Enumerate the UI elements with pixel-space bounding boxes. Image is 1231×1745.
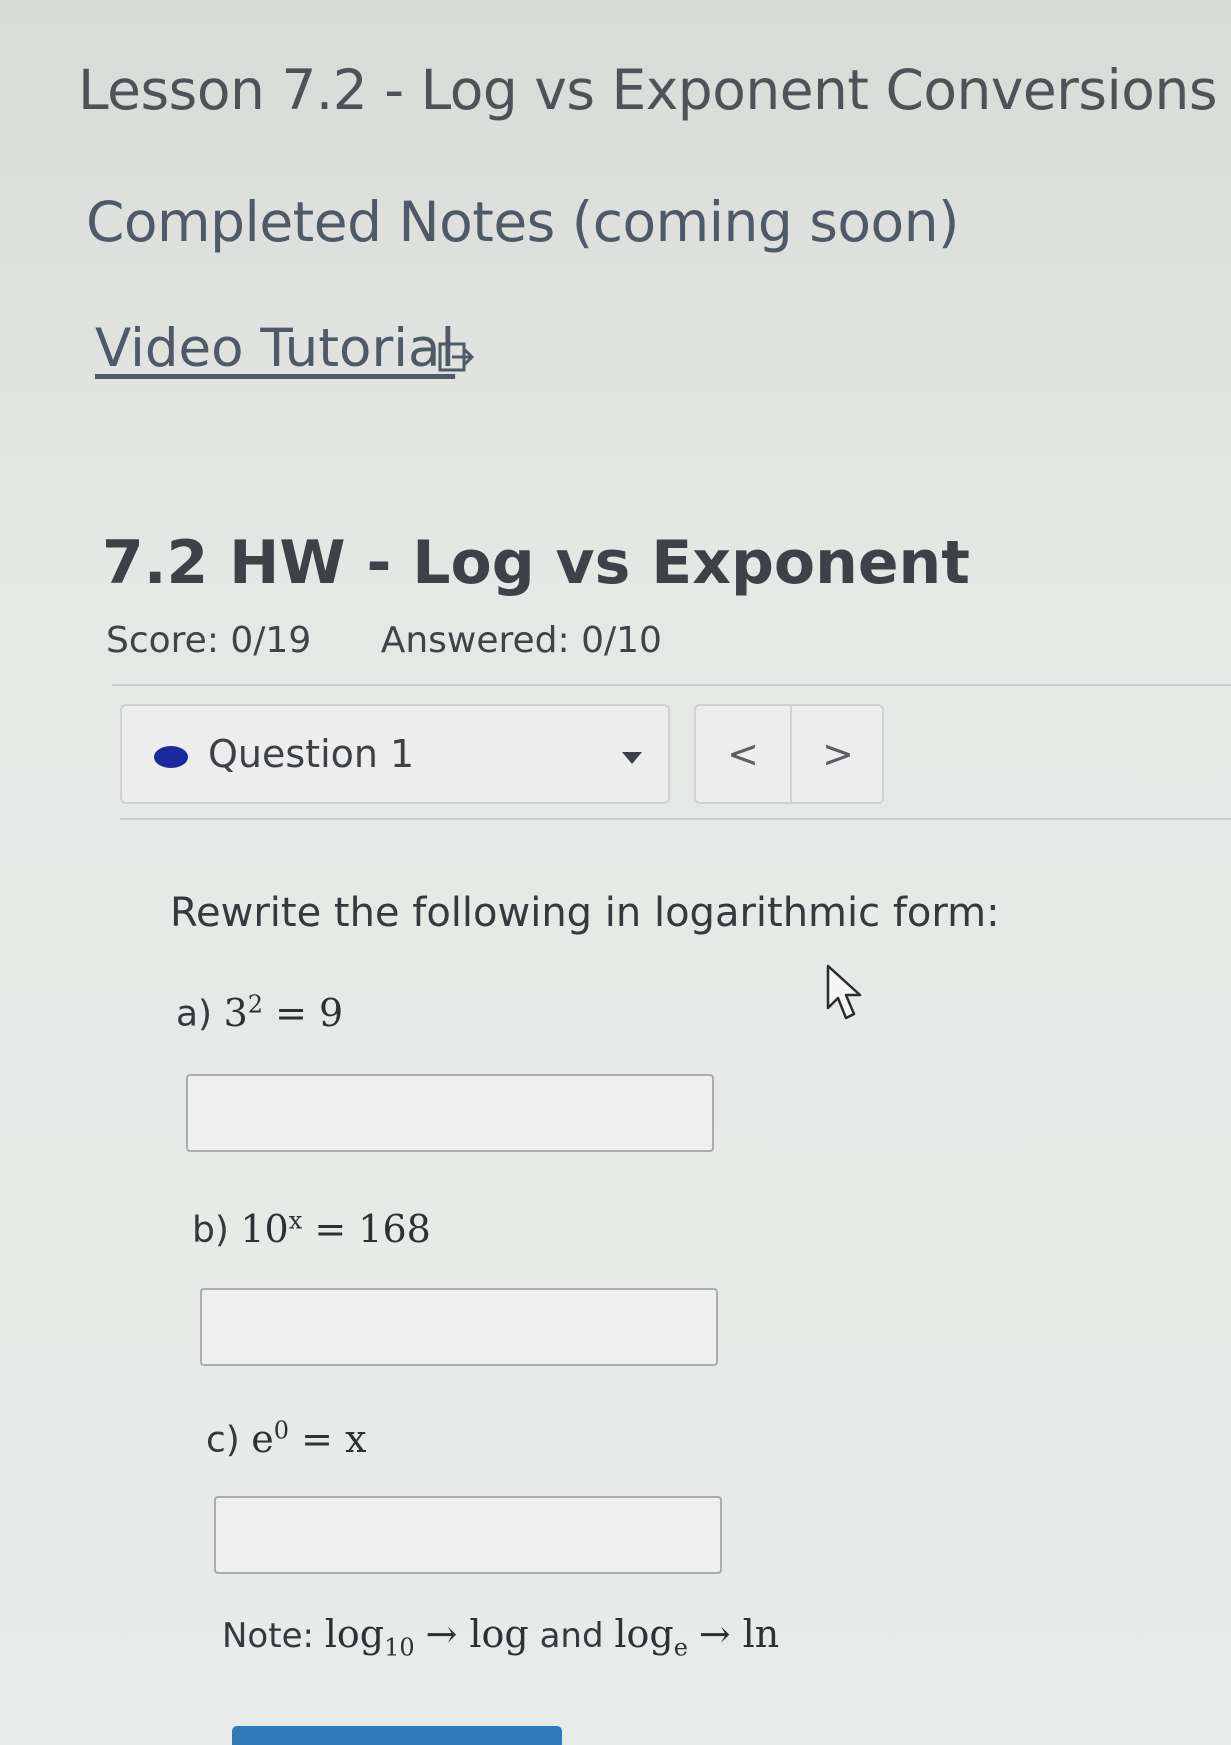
video-tutorial-link[interactable]: Video Tutorial xyxy=(95,318,455,379)
mouse-cursor-icon xyxy=(826,964,862,1020)
part-label: a) xyxy=(176,993,213,1035)
answer-input-b[interactable] xyxy=(200,1288,718,1366)
divider xyxy=(120,818,1231,820)
question-prompt: Rewrite the following in logarithmic for… xyxy=(170,890,1000,936)
question-dropdown-label: Question 1 xyxy=(208,732,415,776)
previous-question-button[interactable]: < xyxy=(696,706,790,802)
question-dropdown[interactable]: Question 1 xyxy=(120,704,670,804)
part-a: a) 32 = 9 xyxy=(176,990,343,1035)
assignment-title: 7.2 HW - Log vs Exponent xyxy=(102,528,970,598)
score-text: Score: 0/19 xyxy=(106,620,312,661)
part-label: b) xyxy=(192,1209,229,1251)
note-loge: loge xyxy=(614,1612,688,1662)
submit-button[interactable] xyxy=(232,1726,562,1745)
part-expression: e0 = x xyxy=(251,1416,367,1461)
divider xyxy=(112,684,1231,686)
external-link-icon[interactable] xyxy=(438,340,476,374)
lesson-title: Lesson 7.2 - Log vs Exponent Conversions xyxy=(78,58,1217,122)
note-arrow-log: → log xyxy=(425,1612,529,1656)
next-question-button[interactable]: > xyxy=(790,706,882,802)
part-expression: 32 = 9 xyxy=(223,990,344,1035)
part-label: c) xyxy=(206,1419,240,1461)
question-nav: < > xyxy=(694,704,884,804)
note-prefix: Note: xyxy=(222,1616,314,1656)
answer-input-c[interactable] xyxy=(214,1496,722,1574)
page-background xyxy=(0,0,1231,1745)
note-arrow-ln: → ln xyxy=(698,1612,780,1656)
score-row: Score: 0/19 Answered: 0/10 xyxy=(106,620,720,661)
note-and: and xyxy=(539,1616,604,1656)
note-log10: log10 xyxy=(324,1612,415,1662)
answer-input-a[interactable] xyxy=(186,1074,714,1152)
dropdown-caret-icon xyxy=(622,752,642,764)
question-status-dot xyxy=(154,746,188,768)
part-c: c) e0 = x xyxy=(206,1416,367,1461)
note-text: Note: log10 → log and loge → ln xyxy=(222,1612,779,1662)
part-expression: 10x = 168 xyxy=(240,1206,431,1251)
completed-notes-link[interactable]: Completed Notes (coming soon) xyxy=(86,190,960,254)
answered-text: Answered: 0/10 xyxy=(380,620,662,661)
part-b: b) 10x = 168 xyxy=(192,1206,431,1251)
